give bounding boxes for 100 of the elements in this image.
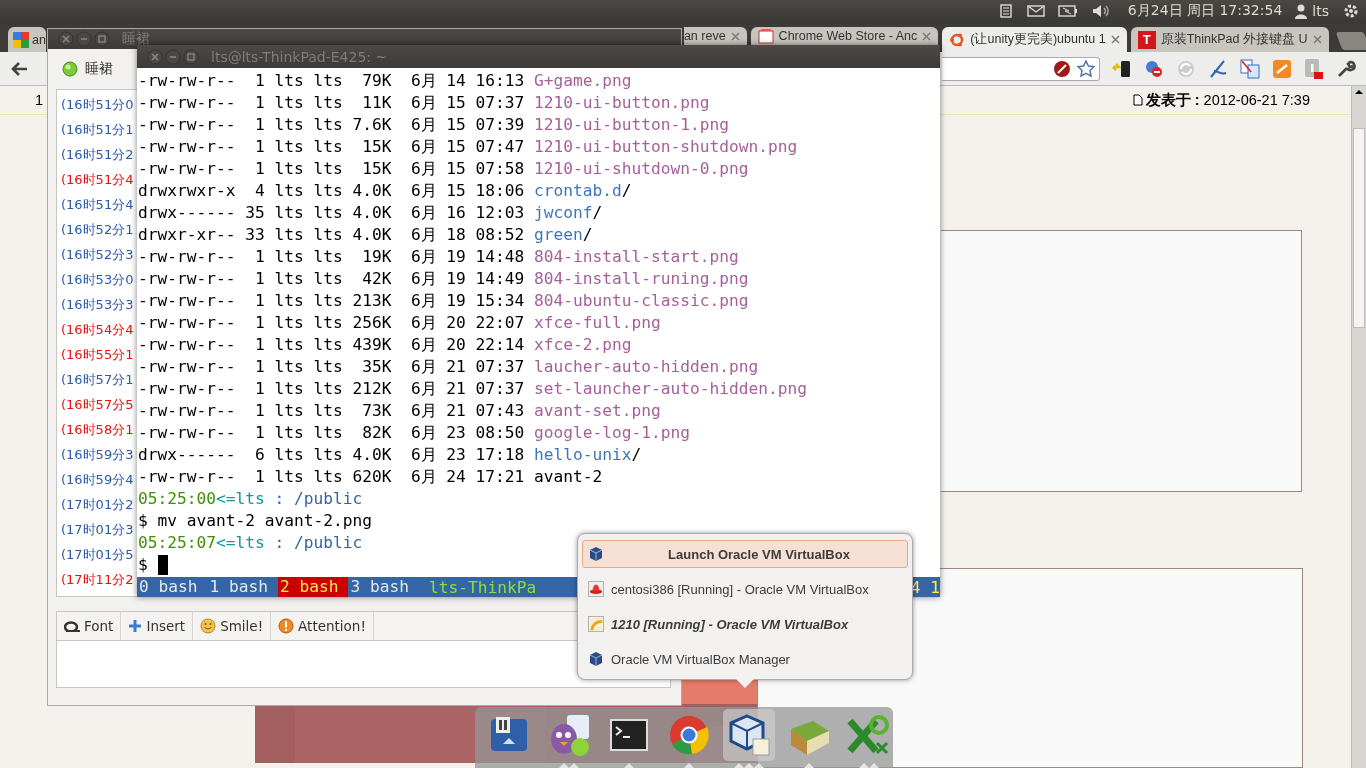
- tab-title: an: [32, 32, 46, 47]
- minimize-icon[interactable]: [76, 31, 92, 47]
- phone-icon[interactable]: [1112, 58, 1132, 79]
- battery-icon[interactable]: [1057, 5, 1078, 17]
- tile-icon[interactable]: [1272, 58, 1292, 79]
- site-badge: T: [1137, 30, 1156, 49]
- message-time: (16时51分0: [61, 95, 134, 114]
- translate-icon[interactable]: [1240, 58, 1260, 79]
- terminal-line: -rw-rw-r-- 1 lts lts 213K 6月 19 15:34 804-ubuntu-classic.png: [138, 291, 749, 311]
- online-status-icon: [62, 61, 78, 77]
- browser-tab[interactable]: an reve: [683, 27, 747, 45]
- terminal-line: -rw-rw-r-- 1 lts lts 11K 6月 15 07:37 1210-ui-button.png: [138, 93, 710, 113]
- message-time: (16时51分2: [61, 145, 134, 164]
- message-time: (16时57分5: [61, 395, 134, 414]
- cube-icon: [588, 546, 604, 562]
- hat-icon: [588, 581, 604, 597]
- terminal-command: $: [138, 555, 148, 575]
- tab-title: an reve: [683, 29, 726, 43]
- terminal-line: -rw-rw-r-- 1 lts lts 439K 6月 20 22:14 xfce-2.png: [138, 335, 632, 355]
- browser-tab[interactable]: Chrome Web Store - Anc: [750, 27, 939, 45]
- window-tab[interactable]: 3 bash: [348, 577, 419, 597]
- message-time: (16时59分3: [61, 445, 134, 464]
- user-name[interactable]: lts: [1312, 3, 1329, 19]
- tab-title: (让unity更完美)ubuntu 1: [970, 31, 1106, 48]
- address-bar[interactable]: [942, 56, 1100, 81]
- key-icon: [847, 713, 891, 757]
- terminal-line: -rw-rw-r-- 1 lts lts 19K 6月 19 14:48 804-install-start.png: [138, 247, 739, 267]
- terminal-line: -rw-rw-r-- 1 lts lts 15K 6月 15 07:47 1210-ui-button-shutdown.png: [138, 137, 798, 157]
- window-tab[interactable]: 0 bash: [137, 577, 208, 597]
- close-icon[interactable]: [147, 48, 163, 65]
- dock-item[interactable]: [723, 709, 775, 761]
- terminal-line: -rw-rw-r-- 1 lts lts 79K 6月 14 16:13 G+game.png: [138, 71, 632, 91]
- menu-item[interactable]: 1210 [Running] - Oracle VM VirtualBox: [582, 610, 908, 638]
- terminal-line: -rw-rw-r-- 1 lts lts 42K 6月 19 14:49 804-install-runing.png: [138, 269, 749, 289]
- close-icon[interactable]: [1312, 35, 1322, 44]
- terminal-line: -rw-rw-r-- 1 lts lts 256K 6月 20 22:07 xfce-full.png: [138, 313, 661, 333]
- message-time: (16时57分1: [61, 370, 134, 389]
- browser-tab[interactable]: an: [8, 27, 46, 52]
- browser-tab[interactable]: (让unity更完美)ubuntu 1: [942, 27, 1127, 52]
- pen-icon[interactable]: [1208, 58, 1228, 79]
- browser-tab[interactable]: T 原装ThinkPad 外接键盘 U: [1130, 27, 1329, 52]
- message-time: (16时53分3: [61, 295, 134, 314]
- message-time: (16时59分4: [61, 470, 134, 489]
- terminal-line: -rw-rw-r-- 1 lts lts 82K 6月 23 08:50 google-log-1.png: [138, 423, 691, 443]
- tab-title: 原装ThinkPad 外接键盘 U: [1160, 31, 1308, 48]
- mail-icon[interactable]: [1026, 4, 1045, 18]
- menu-item[interactable]: Launch Oracle VM VirtualBox: [582, 540, 908, 568]
- message-time: (16时58分1: [61, 420, 134, 439]
- document-icon: [1132, 94, 1143, 107]
- message-time: (16时51分1: [61, 120, 134, 139]
- terminal-line: -rw-rw-r-- 1 lts lts 73K 6月 21 07:43 avant-set.png: [138, 401, 661, 421]
- window-tab[interactable]: 1 bash: [207, 577, 278, 597]
- terminal-line: -rw-rw-r-- 1 lts lts 15K 6月 15 07:58 1210-ui-shutdown-0.png: [138, 159, 749, 179]
- cube-icon: [588, 651, 604, 667]
- new-tab-button[interactable]: [1335, 32, 1366, 50]
- terminal-line: drwx------ 6 lts lts 4.0K 6月 23 17:18 hello-unix/: [138, 445, 642, 465]
- menu-item[interactable]: Oracle VM VirtualBox Manager: [582, 645, 908, 673]
- scroll-thumb[interactable]: [1353, 128, 1365, 328]
- terminal-line: -rw-rw-r-- 1 lts lts 620K 6月 24 17:21 avant-2: [138, 467, 603, 487]
- wrench-icon[interactable]: [1336, 58, 1356, 79]
- volume-icon[interactable]: [1090, 3, 1111, 19]
- message-time: (16时51分4: [61, 170, 134, 189]
- window-tab[interactable]: 2 bash: [277, 577, 349, 597]
- maximize-icon[interactable]: [183, 48, 199, 65]
- host-name: lts-ThinkPa: [428, 577, 537, 597]
- terminal-prompt: 05:25:00<=lts : /public: [138, 489, 363, 509]
- ubuntu-icon: [949, 31, 966, 48]
- floor-number: 1: [35, 92, 44, 109]
- scrollbar[interactable]: [1351, 86, 1366, 768]
- tab-title: Chrome Web Store - Anc: [778, 29, 918, 43]
- swirl-icon: [588, 616, 604, 632]
- contact-name: 睡裙: [85, 60, 113, 78]
- clock[interactable]: 6月24日 周日 17:32:54: [1127, 2, 1283, 20]
- alert-icon: [278, 618, 295, 634]
- close-icon[interactable]: [1110, 35, 1120, 44]
- star-icon[interactable]: [1077, 59, 1095, 78]
- terminal-command: $ mv avant-2 avant-2.png: [138, 511, 372, 531]
- notes-icon[interactable]: [997, 3, 1014, 19]
- menu-item[interactable]: centosi386 [Running] - Oracle VM VirtualBox: [582, 575, 908, 603]
- maximize-icon[interactable]: [94, 31, 110, 47]
- blocked-icon[interactable]: [1144, 58, 1164, 79]
- message-time: (17时11分2: [61, 570, 134, 589]
- message-time: (17时01分5: [61, 545, 134, 564]
- blocked-icon[interactable]: [1053, 59, 1071, 78]
- minimize-icon[interactable]: [165, 48, 181, 65]
- message-time: (16时52分1: [61, 220, 134, 239]
- close-icon[interactable]: [730, 31, 740, 41]
- back-icon[interactable]: [10, 60, 28, 77]
- user-icon[interactable]: [1295, 3, 1308, 19]
- close-icon[interactable]: [922, 31, 932, 41]
- cube-icon: [727, 713, 771, 757]
- close-icon[interactable]: [58, 31, 74, 47]
- terminal-prompt: 05:25:07<=lts : /public: [138, 533, 363, 553]
- store-icon: [757, 28, 774, 44]
- power-icon[interactable]: [1342, 2, 1360, 20]
- smiley-icon: [200, 618, 217, 634]
- message-time: (16时53分0: [61, 270, 134, 289]
- browser-icon: [667, 713, 711, 757]
- terminal-line: drwx------ 35 lts lts 4.0K 6月 16 12:03 jwconf/: [138, 203, 603, 223]
- terminal-line: -rw-rw-r-- 1 lts lts 7.6K 6月 15 07:39 1210-ui-button-1.png: [138, 115, 729, 135]
